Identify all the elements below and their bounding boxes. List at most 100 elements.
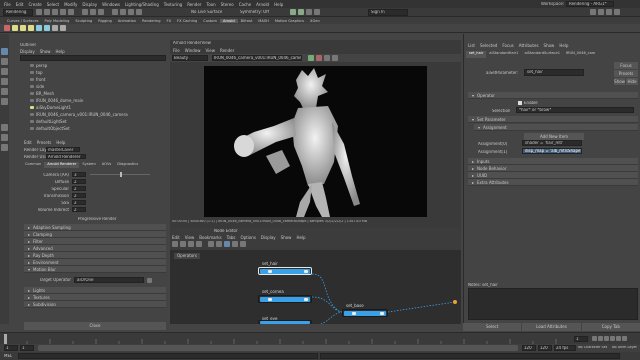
- hide-button[interactable]: Hide: [626, 78, 638, 85]
- rv-menu-window[interactable]: Window: [185, 48, 201, 53]
- ae-menu-focus[interactable]: Focus: [502, 43, 513, 48]
- photometric-light-icon[interactable]: [28, 25, 34, 31]
- mode-select[interactable]: Rendering: [3, 9, 33, 16]
- range-slider[interactable]: [38, 345, 518, 351]
- workspace-select[interactable]: Rendering - ARG1*: [566, 1, 614, 7]
- ae-node-tab-standard-surface[interactable]: aiStandardSurface1: [521, 51, 563, 58]
- diffuse-input[interactable]: 2: [72, 179, 86, 184]
- add-new-item-button[interactable]: Add New Item: [524, 133, 584, 140]
- shelf-tab-rigging[interactable]: Rigging: [95, 19, 115, 23]
- current-frame-input[interactable]: 1: [574, 336, 588, 342]
- assignment-0-input[interactable]: shader = 'hair_mtl': [522, 140, 582, 146]
- layout-outliner-icon[interactable]: [1, 144, 8, 151]
- menu-lighting-shading[interactable]: Lighting/Shading: [125, 2, 159, 7]
- section-subdivision[interactable]: ▸ Subdivision: [24, 301, 166, 308]
- physical-sky-icon[interactable]: [44, 25, 50, 31]
- open-scene-icon[interactable]: [44, 9, 50, 15]
- outliner-menu-help[interactable]: Help: [56, 49, 65, 54]
- section-operator[interactable]: ▾ Operator: [468, 92, 638, 99]
- go-to-start-icon[interactable]: [592, 336, 597, 341]
- section-adaptive-sampling[interactable]: ▸ Adaptive Sampling: [24, 224, 166, 231]
- rs-tab-diagnostics[interactable]: Diagnostics: [114, 162, 141, 168]
- node-toggle-icon[interactable]: [304, 298, 308, 301]
- ae-menu-show[interactable]: Show: [544, 43, 555, 48]
- ae-node-tab-standard-hair[interactable]: aiStandardHair1: [486, 51, 521, 58]
- list-item[interactable]: IRUN_0046_dome_main: [20, 97, 166, 104]
- shelf-tab-custom[interactable]: Custom: [200, 19, 220, 23]
- toggle-channel-box-icon[interactable]: [614, 9, 620, 15]
- shelf-tab-poly-modeling[interactable]: Poly Modeling: [42, 19, 73, 23]
- close-button[interactable]: Close: [24, 322, 166, 330]
- rv-menu-view[interactable]: View: [205, 48, 215, 53]
- menu-toon[interactable]: Toon: [206, 2, 215, 7]
- section-set-parameter[interactable]: ▾ Set Parameter: [468, 116, 638, 123]
- list-item[interactable]: BR_Mesh: [20, 90, 166, 97]
- no-live-surface[interactable]: No Live Surface: [191, 10, 222, 14]
- move-tool-icon[interactable]: [1, 78, 8, 85]
- list-item[interactable]: persp: [20, 62, 166, 69]
- menu-texturing[interactable]: Texturing: [164, 2, 182, 7]
- shelf-tab-fx[interactable]: FX: [164, 19, 175, 23]
- volume-icon[interactable]: [60, 25, 66, 31]
- ae-select-button[interactable]: Select: [463, 323, 522, 331]
- progressive-render-label[interactable]: Progressive Render: [78, 217, 117, 221]
- show-button[interactable]: Show: [614, 78, 625, 85]
- symmetry-status[interactable]: Symmetry: Off: [240, 10, 269, 14]
- snap-view-icon[interactable]: [136, 9, 142, 15]
- render-start-icon[interactable]: [308, 55, 314, 61]
- snap-point-icon[interactable]: [128, 9, 134, 15]
- shelf-tab-sculpting[interactable]: Sculpting: [72, 19, 95, 23]
- assignment-1-input[interactable]: disp_map = 'alb_mtlsShape': [522, 148, 582, 154]
- ae-node-tab-camera[interactable]: IRUN_0046_cam: [563, 51, 598, 58]
- arnold-render-view-icon[interactable]: [4, 25, 10, 31]
- toggle-attribute-editor-icon[interactable]: [598, 9, 604, 15]
- rs-menu-presets[interactable]: Presets: [37, 140, 52, 145]
- menu-help[interactable]: Help: [274, 2, 283, 7]
- menu-arnold[interactable]: Arnold: [256, 2, 269, 7]
- play-forward-icon[interactable]: [610, 336, 615, 341]
- shelf-tab-mash[interactable]: MASH: [255, 19, 272, 23]
- volume-indirect-input[interactable]: 2: [72, 207, 86, 212]
- section-textures[interactable]: ▸ Textures: [24, 294, 166, 301]
- menu-create[interactable]: Create: [28, 2, 41, 7]
- ae-menu-attributes[interactable]: Attributes: [519, 43, 539, 48]
- section-assignment[interactable]: ▾ Assignment: [474, 124, 638, 131]
- section-filter[interactable]: ▸ Filter: [24, 238, 166, 245]
- rotate-tool-icon[interactable]: [1, 88, 8, 95]
- select-component-icon[interactable]: [98, 9, 104, 15]
- rs-tab-arnold-renderer[interactable]: Arnold Renderer: [44, 162, 80, 168]
- start-time-input[interactable]: 1: [4, 345, 18, 351]
- rs-tab-common[interactable]: Common: [22, 162, 44, 168]
- outliner-menu-display[interactable]: Display: [20, 49, 35, 54]
- render-layer-select[interactable]: masterLayer: [46, 147, 80, 152]
- command-language-label[interactable]: MEL: [4, 354, 12, 358]
- new-scene-icon[interactable]: [36, 9, 42, 15]
- aov-select[interactable]: Beauty: [172, 55, 208, 61]
- section-uuid[interactable]: ▸ UUID: [468, 172, 638, 179]
- rs-menu-edit[interactable]: Edit: [24, 140, 32, 145]
- fps-select[interactable]: 24 fps: [554, 345, 576, 351]
- ae-node-tab-set-hair[interactable]: set_hair: [466, 51, 487, 58]
- select-tool-icon[interactable]: [1, 48, 8, 55]
- lasso-tool-icon[interactable]: [1, 58, 8, 65]
- toggle-modeling-toolkit-icon[interactable]: [590, 9, 596, 15]
- menu-cache[interactable]: Cache: [239, 2, 251, 7]
- target-operator-input[interactable]: aiOrOne: [74, 277, 144, 283]
- ae-copy-tab-button[interactable]: Copy Tab: [581, 323, 640, 331]
- rv-menu-render[interactable]: Render: [220, 48, 234, 53]
- notes-textarea[interactable]: [468, 288, 638, 320]
- ae-load-attributes-button[interactable]: Load Attributes: [522, 323, 581, 331]
- ae-menu-selected[interactable]: Selected: [480, 43, 497, 48]
- skydome-light-icon[interactable]: [36, 25, 42, 31]
- focus-button[interactable]: Focus: [614, 62, 638, 69]
- operator-connect-icon[interactable]: [147, 277, 152, 283]
- section-extra-attributes[interactable]: ▸ Extra Attributes: [468, 179, 638, 186]
- select-hierarchy-icon[interactable]: [82, 9, 88, 15]
- area-light-icon[interactable]: [12, 25, 18, 31]
- standin-icon[interactable]: [52, 25, 58, 31]
- character-set-select[interactable]: No Character Set: [578, 346, 607, 349]
- section-node-behavior[interactable]: ▸ Node Behavior: [468, 165, 638, 172]
- go-to-end-icon[interactable]: [622, 336, 627, 341]
- snapshot-icon[interactable]: [324, 55, 330, 61]
- layout-four-icon[interactable]: [1, 134, 8, 141]
